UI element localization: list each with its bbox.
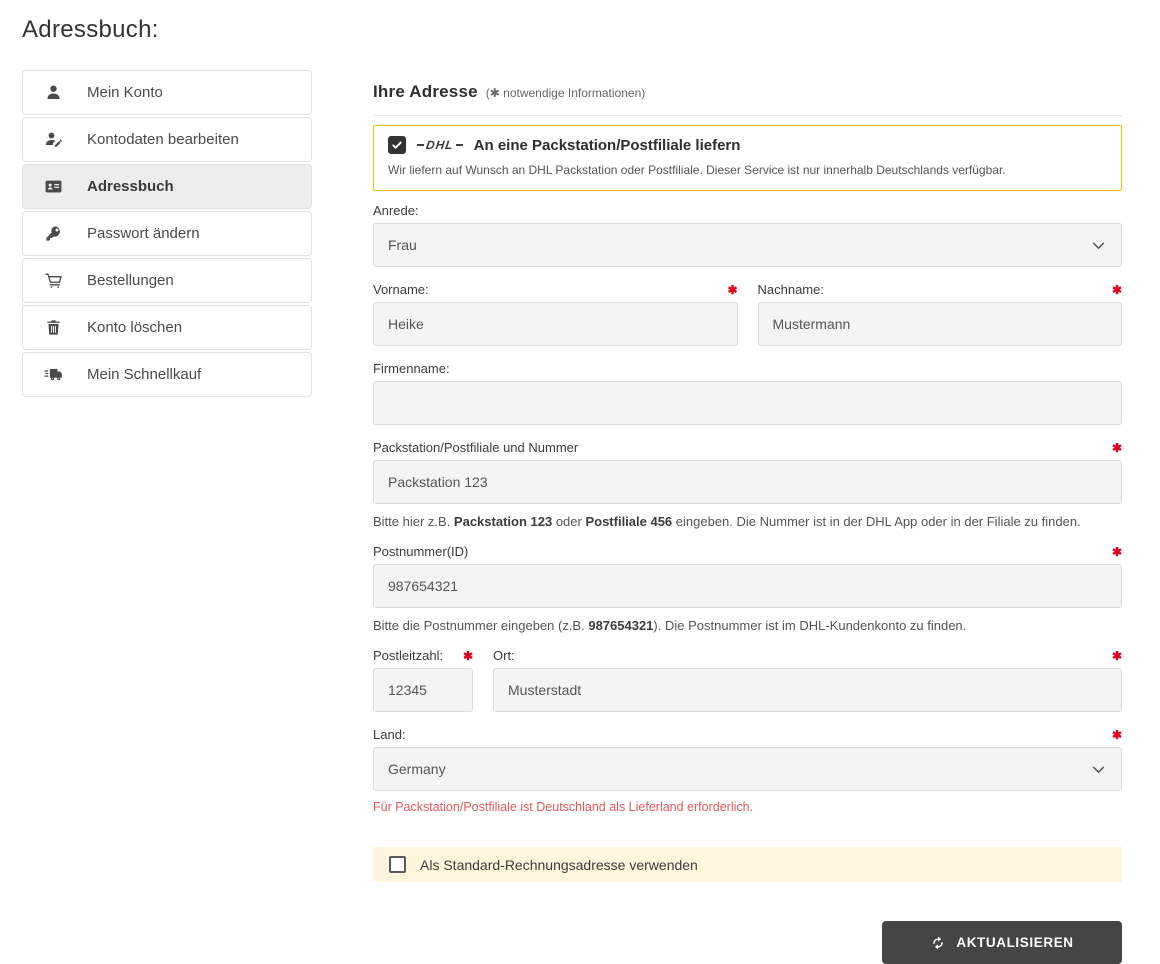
required-marker: ✱ [1111,728,1122,742]
account-page: Adressbuch: Mein Konto Kontodaten bearbe… [0,0,1160,964]
land-label: Land: [373,727,406,742]
sync-icon [933,936,944,949]
packstation-hint: Bitte hier z.B. Packstation 123 oder Pos… [373,514,1081,529]
required-marker: ✱ [1111,283,1122,297]
required-marker: ✱ [1111,545,1122,559]
account-sidebar: Mein Konto Kontodaten bearbeiten Adressb… [22,70,312,397]
chevron-down-icon [1092,765,1105,773]
truck-icon [43,365,63,385]
postleitzahl-label: Postleitzahl: [373,648,444,663]
aktualisieren-button[interactable]: AKTUALISIEREN [882,921,1122,964]
user-icon [43,83,63,103]
packstation-nummer-input[interactable] [373,460,1122,504]
form-heading: Ihre Adresse [373,82,478,101]
anrede-selected-value: Frau [388,237,417,253]
ort-label: Ort: [493,648,515,663]
sidebar-item-konto-loeschen[interactable]: Konto löschen [22,305,312,350]
dhl-logo-dash [455,143,463,147]
vorname-label: Vorname: [373,282,429,297]
address-form: Ihre Adresse (✱ notwendige Informationen… [373,70,1122,964]
check-icon [392,141,402,149]
sidebar-item-label: Mein Konto [87,84,163,101]
anrede-select[interactable]: Frau [373,223,1122,267]
packstation-checkbox-label[interactable]: An eine Packstation/Postfiliale liefern [474,137,741,154]
packstation-description: Wir liefern auf Wunsch an DHL Packstatio… [388,163,1006,177]
key-icon [43,224,63,244]
form-heading-note: (✱ notwendige Informationen) [485,86,646,100]
packstation-nummer-label: Packstation/Postfiliale und Nummer [373,440,579,455]
sidebar-item-adressbuch[interactable]: Adressbuch [22,164,312,209]
nachname-label: Nachname: [757,282,824,297]
required-marker: ✱ [1111,649,1122,663]
aktualisieren-button-label: AKTUALISIEREN [956,935,1074,950]
sidebar-item-bestellungen[interactable]: Bestellungen [22,258,312,303]
vorname-input[interactable] [373,302,738,346]
standard-billing-bar: Als Standard-Rechnungsadresse verwenden [373,847,1122,882]
chevron-down-icon [1092,241,1105,249]
sidebar-item-kontodaten-bearbeiten[interactable]: Kontodaten bearbeiten [22,117,312,162]
trash-icon [43,318,63,338]
sidebar-item-passwort-aendern[interactable]: Passwort ändern [22,211,312,256]
sidebar-item-label: Adressbuch [87,178,174,195]
postnummer-label: Postnummer(ID) [373,544,469,559]
firmenname-input[interactable] [373,381,1122,425]
cart-icon [43,271,63,291]
dhl-logo-text: DHL [425,138,455,152]
sidebar-item-label: Mein Schnellkauf [87,366,202,383]
sidebar-item-label: Bestellungen [87,272,174,289]
land-selected-value: Germany [388,761,446,777]
sidebar-item-label: Kontodaten bearbeiten [87,131,239,148]
anrede-label: Anrede: [373,203,419,218]
form-header: Ihre Adresse (✱ notwendige Informationen… [373,82,1122,102]
user-edit-icon [43,130,63,150]
nachname-input[interactable] [757,302,1122,346]
sidebar-item-label: Konto löschen [87,319,183,336]
land-select[interactable]: Germany [373,747,1122,791]
land-error-message: Für Packstation/Postfiliale ist Deutschl… [373,800,754,814]
page-title: Adressbuch: [22,16,159,43]
dhl-packstation-box: DHL An eine Packstation/Postfiliale lief… [373,125,1122,191]
header-divider [373,115,1122,116]
sidebar-item-label: Passwort ändern [87,225,200,242]
dhl-logo: DHL [416,138,464,152]
postnummer-input[interactable] [373,564,1122,608]
firmenname-label: Firmenname: [373,361,450,376]
postleitzahl-input[interactable] [373,668,473,712]
dhl-logo-dash [416,143,425,147]
packstation-checkbox[interactable] [388,136,406,154]
sidebar-item-mein-konto[interactable]: Mein Konto [22,70,312,115]
postnummer-hint: Bitte die Postnummer eingeben (z.B. 9876… [373,618,967,633]
address-card-icon [43,177,63,197]
ort-input[interactable] [493,668,1122,712]
required-marker: ✱ [462,649,473,663]
sidebar-item-mein-schnellkauf[interactable]: Mein Schnellkauf [22,352,312,397]
standard-billing-checkbox[interactable] [389,856,406,873]
standard-billing-label[interactable]: Als Standard-Rechnungsadresse verwenden [420,857,698,873]
required-marker: ✱ [1111,441,1122,455]
required-marker: ✱ [727,283,738,297]
